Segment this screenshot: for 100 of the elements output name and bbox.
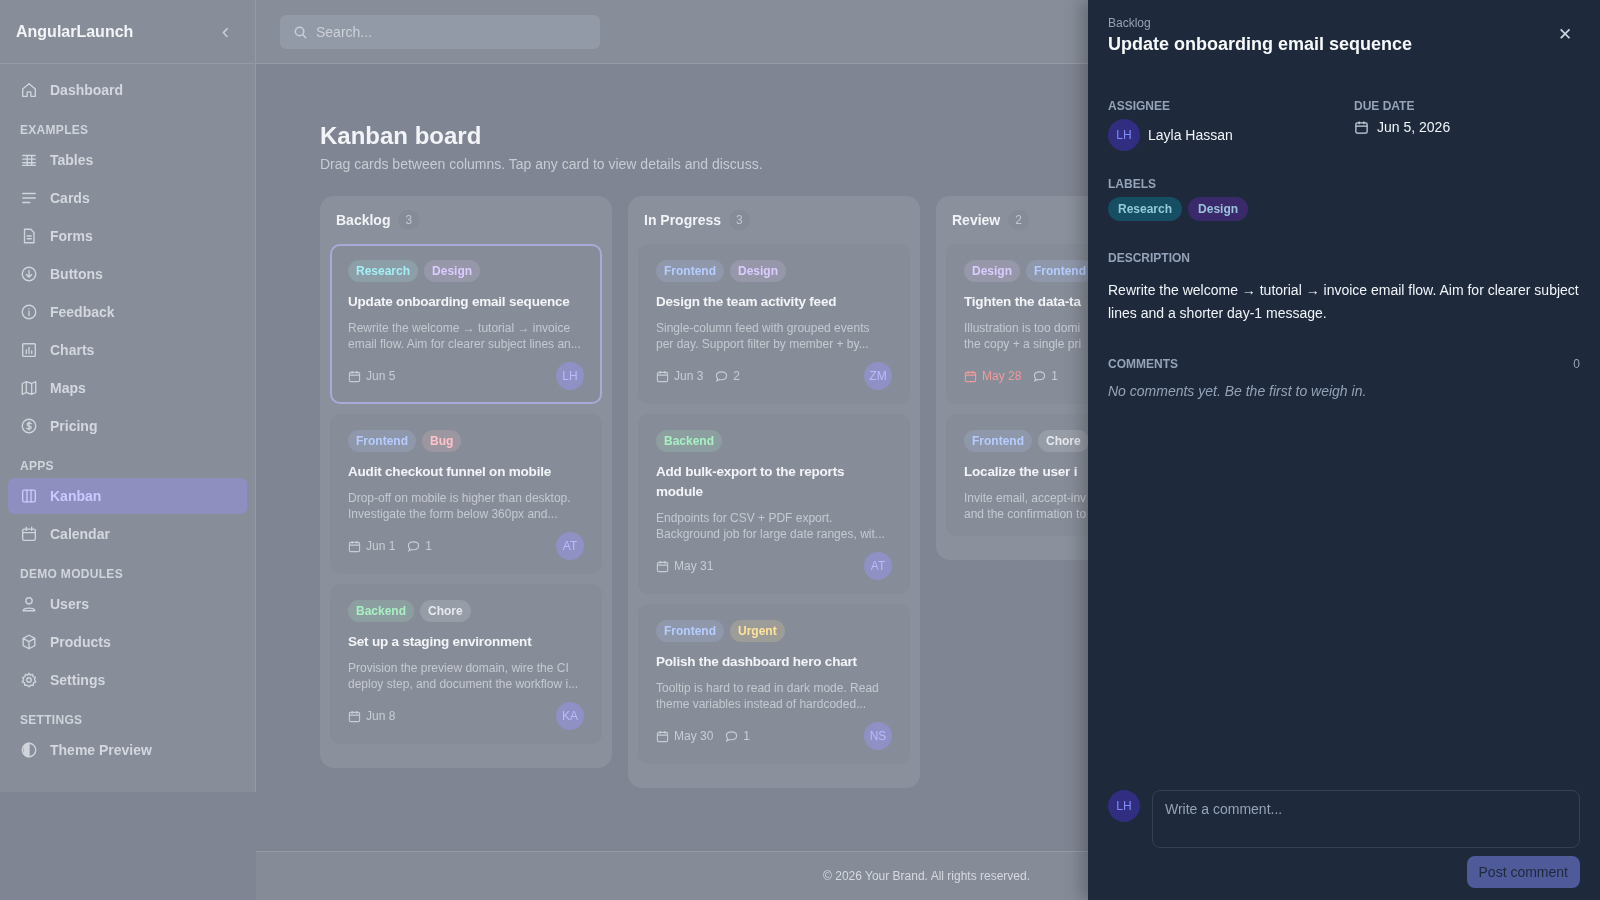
tag: Frontend <box>348 430 416 452</box>
tag: Urgent <box>730 620 785 642</box>
column-title: Review <box>952 212 1001 228</box>
comment-count: 0 <box>1573 357 1580 371</box>
calendar-icon <box>348 369 361 383</box>
section-heading: APPS <box>19 458 55 475</box>
nav-item[interactable]: Settings <box>8 662 247 698</box>
field-label: COMMENTS <box>1108 357 1178 371</box>
page-title: Kanban board <box>320 122 483 150</box>
nav-item[interactable]: Buttons <box>8 256 247 292</box>
calendar-icon <box>348 709 361 723</box>
nav-item[interactable]: Kanban <box>8 478 247 514</box>
task-card[interactable]: Frontend Urgent Polish the dashboard hero chart Tooltip is hard to read in dark mode. Read theme variables instead of hardcoded... May 30 1 NS <box>638 604 910 764</box>
field-label: DESCRIPTION <box>1108 251 1191 265</box>
due-date: Jun 1 <box>348 539 396 553</box>
task-card[interactable]: Frontend Design Design the team activity feed Single-column feed with grouped events per day. Support filter by member + by... Jun 3 2 ZM <box>638 244 910 404</box>
comment-field[interactable]: Write a comment... <box>1152 790 1580 848</box>
comment-count: 1 <box>1033 369 1059 383</box>
tag: Chore <box>1038 430 1088 452</box>
due-date: May 28 <box>964 369 1022 383</box>
task-card[interactable]: Backend Chore Set up a staging environment Provision the preview domain, wire the CI deploy step, and document the workflow i... Jun 8 KA <box>330 584 602 744</box>
settings-icon <box>20 671 38 689</box>
due-date: May 30 <box>656 729 714 743</box>
field-label: LABELS <box>1108 177 1157 191</box>
column-title: Backlog <box>336 212 391 228</box>
card-description: Drop-off on mobile is higher than desktop. Investigate the form below 360px and... <box>348 490 572 522</box>
avatar: NS <box>864 722 892 750</box>
tag: Research <box>1108 197 1183 221</box>
task-card[interactable]: Frontend Chore Localize the user i Invite email, accept-inv and the confirmation to <box>946 414 1088 536</box>
speech-bubble-icon <box>715 369 729 383</box>
card-description: Single-column feed with grouped events per day. Support filter by member + by... <box>656 320 871 352</box>
due-date: May 31 <box>656 559 714 573</box>
nav-item[interactable]: Products <box>8 624 247 660</box>
speech-bubble-icon <box>407 539 421 553</box>
avatar: ZM <box>864 362 892 390</box>
card-title: Tighten the data-ta <box>964 293 1082 311</box>
card-count: 3 <box>398 210 420 230</box>
card-title: Design the team activity feed <box>656 293 838 311</box>
cube-icon <box>20 633 38 651</box>
card-description: Illustration is too domi the copy + a single pri <box>964 320 1083 352</box>
card-description: Invite email, accept-inv and the confirmation to <box>964 490 1088 522</box>
nav-item[interactable]: Dashboard <box>8 72 247 108</box>
nav-item[interactable]: Theme Preview <box>8 732 247 768</box>
calendar-icon <box>656 729 669 743</box>
description-text: Rewrite the welcome → tutorial → invoice email flow. Aim for clearer subject lines and a shorter day-1 message. <box>1108 281 1580 323</box>
avatar: AT <box>864 552 892 580</box>
card-description: Tooltip is hard to read in dark mode. Read theme variables instead of hardcoded... <box>656 680 880 712</box>
nav-item[interactable]: Charts <box>8 332 247 368</box>
avatar: LH <box>556 362 584 390</box>
calendar-icon <box>964 369 977 383</box>
comment-count: 1 <box>725 729 751 743</box>
task-card[interactable]: Backend Add bulk-export to the reports module Endpoints for CSV + PDF export. Background job for large date ranges, wit... May 31 AT <box>638 414 910 594</box>
tag: Backend <box>348 600 415 622</box>
card-description: Endpoints for CSV + PDF export. Background job for large date ranges, wit... <box>656 510 886 542</box>
task-card[interactable]: Frontend Bug Audit checkout funnel on mobile Drop-off on mobile is higher than desktop. Investigate the form below 360px and... Jun 1 1 AT <box>330 414 602 574</box>
comment-count: 1 <box>407 539 433 553</box>
card-title: Set up a staging environment <box>348 633 533 651</box>
nav-item[interactable]: Forms <box>8 218 247 254</box>
card-title: Polish the dashboard hero chart <box>656 653 858 671</box>
search-field[interactable]: Search... <box>280 14 600 49</box>
down-arrow-circle-icon <box>20 265 38 283</box>
nav-item[interactable]: Cards <box>8 180 247 216</box>
speech-bubble-icon <box>725 729 739 743</box>
due-date: Jun 3 <box>656 369 704 383</box>
nav-item[interactable]: Tables <box>8 142 247 178</box>
nav-item[interactable]: Maps <box>8 370 247 406</box>
collapse-button[interactable]: ‹ <box>217 20 233 43</box>
tag: Chore <box>420 600 471 622</box>
copyright-text: © 2026 Your Brand. All rights reserved. <box>823 869 1030 883</box>
map-icon <box>20 379 38 397</box>
task-card[interactable]: Design Frontend Tighten the data-ta Illustration is too domi the copy + a single pri May 28 1 <box>946 244 1088 404</box>
tag: Frontend <box>656 260 724 282</box>
close-button[interactable]: ✕ <box>1550 16 1580 53</box>
card-description: Rewrite the welcome → tutorial → invoice email flow. Aim for clearer subject lines an... <box>348 320 582 352</box>
calendar-icon <box>20 525 38 543</box>
task-card[interactable]: Research Design Update onboarding email sequence Rewrite the welcome → tutorial → invoice email flow. Aim for clearer subject lines an... Jun 5 LH <box>330 244 602 404</box>
nav-item[interactable]: Pricing <box>8 408 247 444</box>
avatar: AT <box>556 532 584 560</box>
card-description: Provision the preview domain, wire the CI deploy step, and document the workflow i... <box>348 660 580 692</box>
home-icon <box>20 81 38 99</box>
avatar: LH <box>1108 790 1140 822</box>
assignee-name: Layla Hassan <box>1148 127 1233 143</box>
user-icon <box>20 595 38 613</box>
field-label: ASSIGNEE <box>1108 99 1171 113</box>
card-title: Audit checkout funnel on mobile <box>348 463 553 481</box>
tag: Bug <box>422 430 462 452</box>
drawer-title: Update onboarding email sequence <box>1108 34 1413 55</box>
due-date: Jun 5, 2026 <box>1377 119 1451 135</box>
avatar: LH <box>1108 119 1140 151</box>
due-date: Jun 8 <box>348 709 396 723</box>
info-icon <box>20 303 38 321</box>
nav-item[interactable]: Feedback <box>8 294 247 330</box>
column-title: In Progress <box>644 212 722 228</box>
nav-item[interactable]: Calendar <box>8 516 247 552</box>
tag: Backend <box>656 430 723 452</box>
tag: Frontend <box>964 430 1032 452</box>
nav-item[interactable]: Users <box>8 586 247 622</box>
page-subtitle: Drag cards between columns. Tap any card to view details and discuss. <box>320 156 764 172</box>
card-title: Update onboarding email sequence <box>348 293 571 311</box>
card-title: Localize the user i <box>964 463 1079 481</box>
